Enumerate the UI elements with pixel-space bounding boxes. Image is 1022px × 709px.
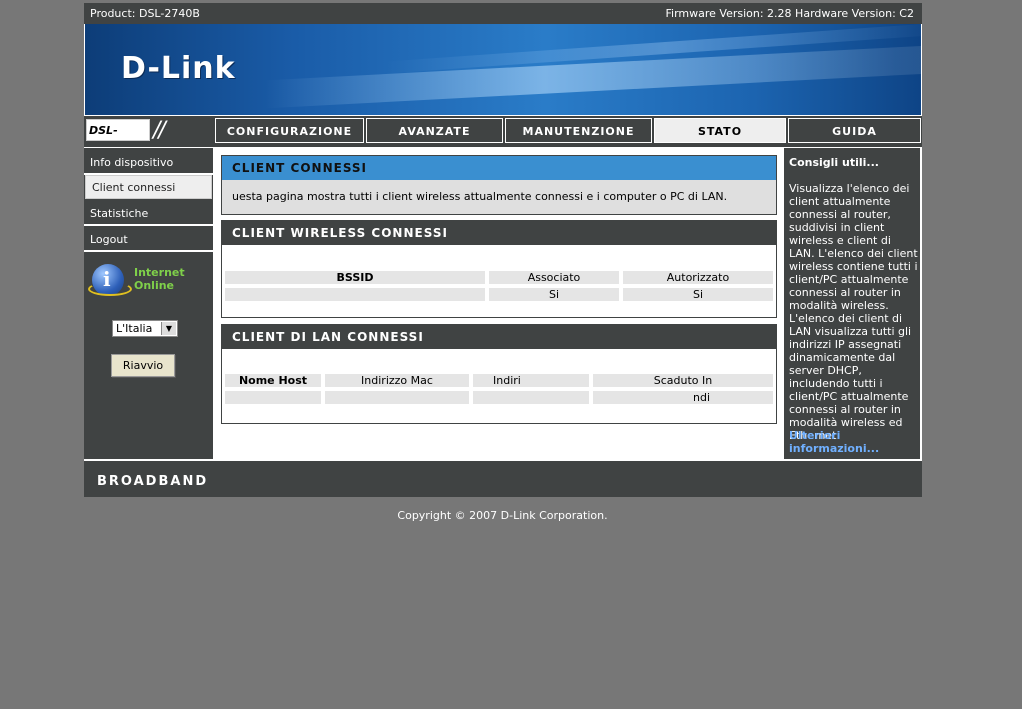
section-title: CLIENT CONNESSI: [222, 156, 776, 180]
reboot-button[interactable]: Riavvio: [111, 354, 175, 377]
col-scaduto-in: Scaduto In: [592, 373, 774, 388]
tab-guida[interactable]: GUIDA: [788, 118, 921, 143]
top-info-bar: Product: DSL-2740B Firmware Version: 2.2…: [84, 3, 922, 24]
sidebar-item-statistiche[interactable]: Statistiche: [84, 202, 213, 226]
cell-nome-host: [224, 390, 322, 405]
client-connessi-section: CLIENT CONNESSI uesta pagina mostra tutt…: [221, 155, 777, 215]
lan-clients-table: Nome Host Indirizzo Mac Indiri Scaduto I…: [222, 371, 776, 407]
wireless-section-title: CLIENT WIRELESS CONNESSI: [222, 221, 776, 245]
more-info-line2: informazioni...: [789, 442, 880, 455]
cell-scaduto: ndi: [592, 390, 774, 405]
wireless-clients-section: CLIENT WIRELESS CONNESSI BSSID Associato…: [221, 220, 777, 318]
sidebar: Info dispositivo Client connessi Statist…: [84, 148, 213, 459]
sidebar-item-client-connessi[interactable]: Client connessi: [85, 175, 212, 199]
version-label: Firmware Version: 2.28 Hardware Version:…: [665, 7, 915, 20]
cell-bssid: [224, 287, 486, 302]
cell-mac: [324, 390, 470, 405]
internet-status: Internet Online: [88, 264, 212, 298]
wireless-clients-table: BSSID Associato Autorizzato Si Si: [222, 268, 776, 304]
language-select[interactable]: L'Italia ▼: [112, 320, 178, 337]
col-autorizzato: Autorizzato: [622, 270, 774, 285]
globe-ring-icon: [88, 282, 132, 296]
more-info-link[interactable]: Ulteriori informazioni...: [789, 429, 879, 455]
cell-ip: [472, 390, 590, 405]
chevron-down-icon[interactable]: ▼: [161, 322, 176, 335]
header-banner: D-Link: [85, 24, 921, 115]
table-row: ndi: [224, 390, 774, 405]
col-indirizzo-mac: Indirizzo Mac: [324, 373, 470, 388]
internet-label: Internet: [134, 266, 185, 279]
col-bssid: BSSID: [224, 270, 486, 285]
table-header-row: Nome Host Indirizzo Mac Indiri Scaduto I…: [224, 373, 774, 388]
help-panel: Consigli utili... Visualizza l'elenco de…: [784, 148, 920, 459]
col-associato: Associato: [488, 270, 620, 285]
table-row: Si Si: [224, 287, 774, 302]
cell-associato: Si: [488, 287, 620, 302]
col-nome-host: Nome Host: [224, 373, 322, 388]
tab-manutenzione[interactable]: MANUTENZIONE: [505, 118, 652, 143]
broadband-logo: BROADBAND: [97, 474, 209, 489]
more-info-line1: Ulteriori: [789, 429, 841, 442]
main-navigation: DSL-2740B // CONFIGURAZIONE AVANZATE MAN…: [84, 116, 922, 159]
sidebar-item-info-dispositivo[interactable]: Info dispositivo: [84, 151, 213, 175]
cell-autorizzato: Si: [622, 287, 774, 302]
help-text: Visualizza l'elenco dei client attualmen…: [789, 182, 918, 442]
product-label: Product: DSL-2740B: [90, 7, 200, 20]
page-frame: Product: DSL-2740B Firmware Version: 2.2…: [84, 3, 922, 497]
dlink-logo: D-Link: [121, 51, 236, 86]
copyright: Copyright © 2007 D-Link Corporation.: [397, 509, 608, 522]
model-slash-decoration: //: [153, 118, 166, 143]
table-header-row: BSSID Associato Autorizzato: [224, 270, 774, 285]
language-value: L'Italia: [116, 322, 153, 335]
col-indirizzo-ip: Indiri: [472, 373, 590, 388]
tab-avanzate[interactable]: AVANZATE: [366, 118, 503, 143]
tab-configurazione[interactable]: CONFIGURAZIONE: [215, 118, 364, 143]
main-content: CLIENT CONNESSI uesta pagina mostra tutt…: [215, 148, 782, 459]
lan-clients-section: CLIENT DI LAN CONNESSI Nome Host Indiriz…: [221, 324, 777, 424]
intro-text: uesta pagina mostra tutti i client wirel…: [222, 180, 776, 214]
tab-stato[interactable]: STATO: [654, 118, 786, 143]
footer-bar: BROADBAND: [84, 459, 922, 497]
sidebar-item-logout[interactable]: Logout: [84, 228, 213, 252]
lan-section-title: CLIENT DI LAN CONNESSI: [222, 325, 776, 349]
online-label: Online: [134, 279, 175, 292]
model-tag: DSL-2740B: [86, 119, 150, 159]
help-title: Consigli utili...: [789, 156, 879, 169]
